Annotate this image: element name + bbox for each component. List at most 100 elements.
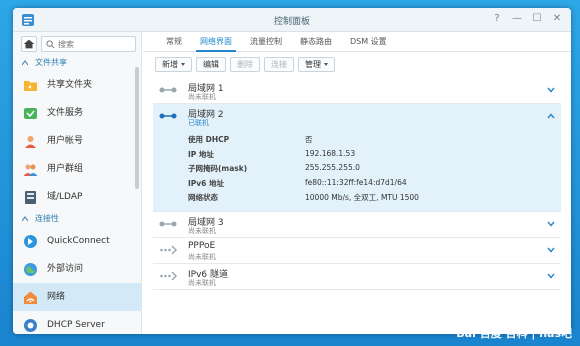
network-icon <box>24 291 37 304</box>
interface-list: 局域网 1 尚未联机 局域网 2 已联机 使用 DHCP 否 IP 地址 192.1… <box>153 78 561 290</box>
sidebar-item-file-services[interactable]: 文件服务 <box>13 99 141 127</box>
dhcp-icon <box>24 319 37 332</box>
detail-row: 使用 DHCP 否 <box>188 134 548 149</box>
domain-icon <box>25 191 36 204</box>
detail-key: IPv6 地址 <box>188 178 225 188</box>
sidebar-item-label: DHCP Server <box>47 320 105 330</box>
file-services-icon <box>24 108 37 119</box>
chevron-down-icon[interactable] <box>547 87 555 93</box>
edit-button[interactable]: 编辑 <box>196 57 226 72</box>
detail-key: 子网掩码(mask) <box>188 164 248 173</box>
tab-network-interface[interactable]: 网络界面 <box>193 32 239 52</box>
detail-value: fe80::11:32ff:fe14:d7d1/64 <box>305 177 407 187</box>
control-panel-window: 控制面板 ? — ☐ ✕ 文件共享 <box>13 8 571 334</box>
quickconnect-icon <box>24 235 37 248</box>
sidebar-item-quickconnect[interactable]: QuickConnect <box>13 227 141 255</box>
detail-value: 255.255.255.0 <box>305 163 360 172</box>
detail-row: 子网掩码(mask) 255.255.255.0 <box>188 163 548 178</box>
globe-icon <box>24 263 37 276</box>
section-connectivity[interactable]: 连接性 <box>13 211 141 227</box>
chevron-up-icon <box>22 60 28 66</box>
interface-status: 尚未联机 <box>188 279 216 287</box>
window-title: 控制面板 <box>273 17 310 27</box>
title-bar[interactable]: 控制面板 ? — ☐ ✕ <box>13 8 571 32</box>
section-file-sharing[interactable]: 文件共享 <box>13 55 141 71</box>
search-icon <box>46 40 55 49</box>
caret-down-icon <box>181 63 185 66</box>
manage-button[interactable]: 管理 <box>298 57 335 72</box>
detail-value: 10000 Mb/s, 全双工, MTU 1500 <box>305 193 419 202</box>
sidebar-item-label: QuickConnect <box>47 236 110 246</box>
interface-details: 使用 DHCP 否 IP 地址 192.168.1.53 子网掩码(mask) 255… <box>188 134 548 207</box>
sidebar-item-label: 共享文件夹 <box>47 80 93 90</box>
detail-value: 192.168.1.53 <box>305 148 356 158</box>
toolbar: 新增 编辑 删除 连接 管理 <box>143 52 571 77</box>
create-label: 新增 <box>162 60 178 69</box>
sidebar-item-dhcp-server[interactable]: DHCP Server <box>13 311 141 334</box>
tab-dsm-settings[interactable]: DSM 设置 <box>343 32 394 51</box>
tab-static-route[interactable]: 静态路由 <box>293 32 339 51</box>
tab-traffic-control[interactable]: 流量控制 <box>243 32 289 51</box>
detail-key: IP 地址 <box>188 149 214 159</box>
manage-label: 管理 <box>305 60 321 69</box>
tab-general[interactable]: 常规 <box>159 32 189 51</box>
group-icon <box>23 164 38 176</box>
sidebar-scrollbar[interactable] <box>135 67 139 189</box>
detail-row: IPv6 地址 fe80::11:32ff:fe14:d7d1/64 <box>188 178 548 193</box>
chevron-down-icon[interactable] <box>547 273 555 279</box>
sidebar-item-label: 域/LDAP <box>47 192 83 202</box>
sidebar-item-label: 文件服务 <box>47 108 84 118</box>
interface-status: 尚未联机 <box>188 93 216 101</box>
shared-folder-icon <box>24 81 37 91</box>
detail-row: IP 地址 192.168.1.53 <box>188 149 548 164</box>
home-icon <box>23 39 35 49</box>
chevron-down-icon[interactable] <box>547 247 555 253</box>
lan-disconnected-icon <box>159 87 177 93</box>
interface-status: 已联机 <box>188 119 209 127</box>
sidebar-item-label: 用户群组 <box>47 164 84 174</box>
sidebar-item-label: 外部访问 <box>47 264 84 274</box>
caret-down-icon <box>324 63 328 66</box>
sidebar-item-label: 网络 <box>47 292 66 302</box>
detail-key: 网络状态 <box>188 193 218 202</box>
maximize-button[interactable]: ☐ <box>531 13 543 25</box>
section-label: 文件共享 <box>35 58 67 67</box>
help-button[interactable]: ? <box>491 13 503 25</box>
sidebar-item-domain[interactable]: 域/LDAP <box>13 183 141 211</box>
home-button[interactable] <box>21 36 37 52</box>
detail-row: 网络状态 10000 Mb/s, 全双工, MTU 1500 <box>188 192 548 207</box>
interface-row-pppoe[interactable]: PPPoE 尚未联机 <box>153 238 561 264</box>
detail-value: 否 <box>305 135 313 144</box>
close-button[interactable]: ✕ <box>551 13 563 25</box>
interface-row-lan1[interactable]: 局域网 1 尚未联机 <box>153 78 561 104</box>
pppoe-icon <box>160 245 177 255</box>
create-button[interactable]: 新增 <box>155 57 192 72</box>
main-panel: 常规 网络界面 流量控制 静态路由 DSM 设置 新增 编辑 删除 连接 管理 … <box>143 32 571 334</box>
delete-button[interactable]: 删除 <box>230 57 260 72</box>
sidebar: 文件共享 共享文件夹 文件服务 用户帐号 <box>13 32 142 334</box>
tab-bar: 常规 网络界面 流量控制 静态路由 DSM 设置 <box>143 32 571 52</box>
interface-status: 尚未联机 <box>188 253 216 261</box>
search-input[interactable] <box>58 38 134 50</box>
interface-name: PPPoE <box>188 241 216 251</box>
chevron-down-icon[interactable] <box>547 221 555 227</box>
lan-disconnected-icon <box>159 221 177 227</box>
chevron-up-icon[interactable] <box>547 113 555 119</box>
detail-key: 使用 DHCP <box>188 135 230 144</box>
sidebar-item-shared-folder[interactable]: 共享文件夹 <box>13 71 141 99</box>
search-box[interactable] <box>41 36 136 52</box>
minimize-button[interactable]: — <box>511 13 523 25</box>
sidebar-item-external-access[interactable]: 外部访问 <box>13 255 141 283</box>
chevron-up-icon <box>22 216 28 222</box>
sidebar-item-network[interactable]: 网络 <box>13 283 141 311</box>
ipv6-tunnel-icon <box>160 271 177 281</box>
user-icon <box>25 136 36 148</box>
sidebar-item-user[interactable]: 用户帐号 <box>13 127 141 155</box>
connect-button[interactable]: 连接 <box>264 57 294 72</box>
interface-row-lan3[interactable]: 局域网 3 尚未联机 <box>153 212 561 238</box>
interface-row-lan2[interactable]: 局域网 2 已联机 使用 DHCP 否 IP 地址 192.168.1.53 子网掩… <box>153 104 561 212</box>
sidebar-item-group[interactable]: 用户群组 <box>13 155 141 183</box>
interface-row-ipv6-tunnel[interactable]: IPv6 隧道 尚未联机 <box>153 264 561 290</box>
section-label: 连接性 <box>35 214 59 223</box>
lan-connected-icon <box>159 113 177 119</box>
